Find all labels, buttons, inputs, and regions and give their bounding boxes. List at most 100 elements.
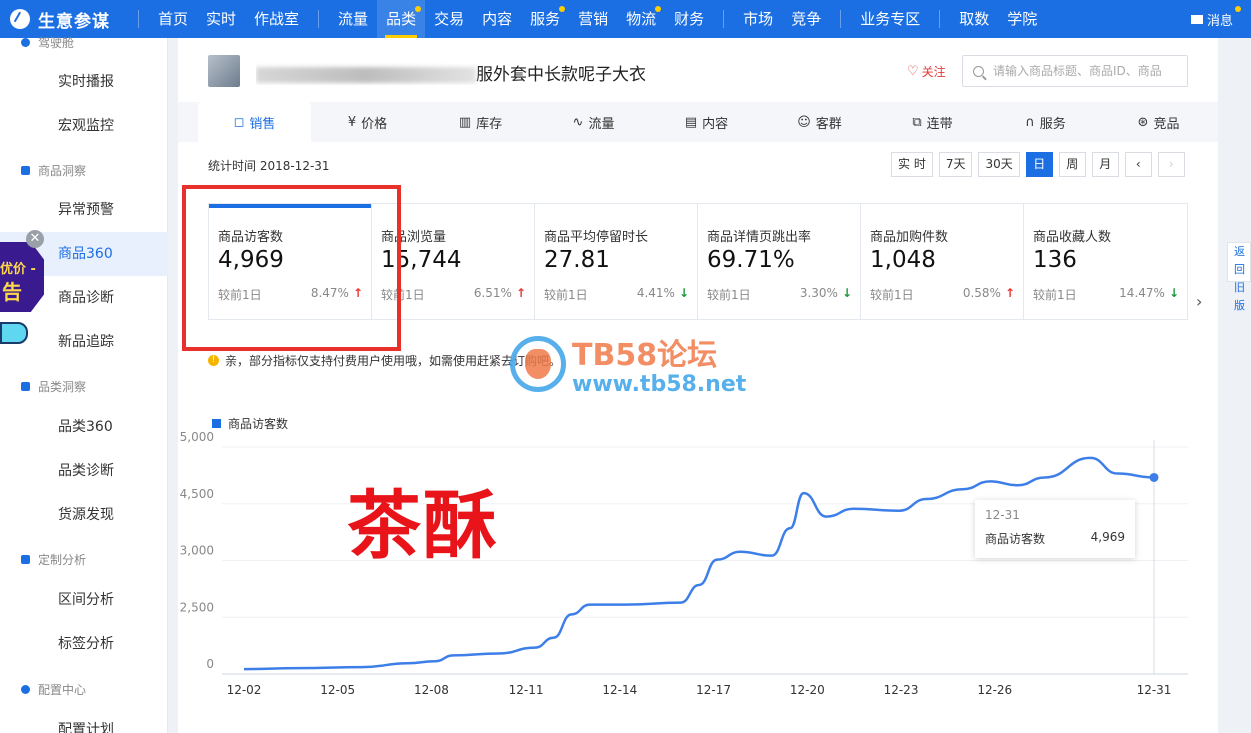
metric-compare: 较前1日 4.41% ↓ (544, 286, 689, 302)
arrow-down-icon: ↓ (841, 286, 852, 300)
date-btn-week[interactable]: 周 (1058, 152, 1086, 177)
sidebar-item-category-diagnosis[interactable]: 品类诊断 (0, 449, 168, 493)
metric-value: 27.81 (544, 247, 610, 273)
x-tick-label: 12-23 (884, 683, 919, 697)
ad-text-line2: 告 (2, 280, 22, 304)
tab-traffic[interactable]: ∿ 流量 (537, 102, 650, 142)
metric-value: 1,048 (870, 247, 936, 273)
nav-competition[interactable]: 竞争 (782, 0, 830, 38)
search-icon (973, 65, 984, 77)
metric-card[interactable]: 商品平均停留时长 27.81 较前1日 4.41% ↓ (535, 204, 698, 319)
arrow-up-icon: ↑ (1004, 286, 1015, 300)
metric-card[interactable]: 商品浏览量 15,744 较前1日 6.51% ↑ (372, 204, 535, 319)
metric-card[interactable]: 商品访客数 4,969 较前1日 8.47% ↑ (209, 204, 372, 319)
metric-compare: 较前1日 0.58% ↑ (870, 286, 1015, 302)
x-tick-label: 12-20 (790, 683, 825, 697)
nav-service[interactable]: 服务 (521, 0, 569, 38)
nav-realtime[interactable]: 实时 (197, 0, 245, 38)
nav-fetch-data[interactable]: 取数 (950, 0, 998, 38)
follow-button[interactable]: ♡ 关注 (907, 63, 946, 80)
product-search-input[interactable] (993, 64, 1173, 78)
metric-value: 4,969 (218, 247, 284, 273)
date-btn-30days[interactable]: 30天 (978, 152, 1020, 177)
sidebar-item-tag-analysis[interactable]: 标签分析 (0, 622, 168, 666)
metric-compare: 较前1日 6.51% ↑ (381, 286, 526, 302)
logo[interactable]: 生意参谋 (0, 7, 128, 32)
tab-price[interactable]: ¥ 价格 (311, 102, 424, 142)
tab-content[interactable]: ▤ 内容 (650, 102, 763, 142)
nav-academy[interactable]: 学院 (998, 0, 1046, 38)
x-tick-label: 12-26 (977, 683, 1012, 697)
sidebar-item-source-discovery[interactable]: 货源发现 (0, 493, 168, 537)
nav-content[interactable]: 内容 (473, 0, 521, 38)
y-tick-label: 5,000 (180, 430, 214, 444)
metric-title: 商品访客数 (218, 230, 284, 245)
product-search-box[interactable] (962, 55, 1188, 87)
nav-market[interactable]: 市场 (734, 0, 782, 38)
y-axis-ticks: 0 2,500 3,000 4,500 5,000 (180, 430, 214, 671)
ad-text-line1: 优价 - (0, 262, 36, 277)
prev-date-button[interactable]: ‹ (1124, 152, 1152, 177)
ad-pill[interactable] (0, 322, 28, 344)
sidebar-item-anomaly-alert[interactable]: 异常预警 (0, 188, 168, 232)
tab-linked[interactable]: ⧉ 连带 (876, 102, 989, 142)
metric-compare: 较前1日 14.47% ↓ (1033, 286, 1179, 302)
nav-home[interactable]: 首页 (149, 0, 197, 38)
floating-ad[interactable]: 优价 - 告 (0, 242, 46, 322)
tab-competitor[interactable]: ⊛ 竞品 (1102, 102, 1215, 142)
metric-cards: 商品访客数 4,969 较前1日 8.47% ↑ 商品浏览量 15,744 较前1日… (208, 203, 1188, 320)
nav-business-zone[interactable]: 业务专区 (851, 0, 929, 38)
chart-tooltip: 12-31 商品访客数 4,969 (975, 500, 1135, 558)
tab-inventory[interactable]: ▥ 库存 (424, 102, 537, 142)
arrow-down-icon: ↓ (1168, 286, 1179, 300)
grid-icon (21, 382, 30, 391)
nav-logistics[interactable]: 物流 (617, 0, 665, 38)
metric-card[interactable]: 商品收藏人数 136 较前1日 14.47% ↓ (1024, 204, 1187, 319)
visitors-line-chart[interactable]: 02,5003,0004,5005,000 12-02 12-05 12-08 12-… (178, 430, 1218, 700)
x-tick-label: 12-11 (509, 683, 544, 697)
notification-dot (1235, 5, 1241, 12)
arrow-up-icon: ↑ (515, 286, 526, 300)
messages-link[interactable]: 消息 (1190, 5, 1241, 29)
x-axis-ticks: 12-02 12-05 12-08 12-11 12-14 12-17 12-20 12-23… (227, 683, 1172, 697)
tab-customers[interactable]: ☺ 客群 (763, 102, 876, 142)
nav-traffic[interactable]: 流量 (329, 0, 377, 38)
nav-marketing[interactable]: 营销 (569, 0, 617, 38)
nav-trade[interactable]: 交易 (425, 0, 473, 38)
nav-war-room[interactable]: 作战室 (245, 0, 308, 38)
watermark-url: www.tb58.net (572, 372, 747, 397)
y-tick-label: 4,500 (180, 487, 214, 501)
close-ad-icon[interactable]: ✕ (26, 230, 44, 248)
date-btn-month[interactable]: 月 (1091, 152, 1119, 177)
notification-dot (415, 6, 422, 12)
return-old-version[interactable]: 返回 旧版 (1227, 242, 1251, 312)
sidebar-item-category-360[interactable]: 品类360 (0, 405, 168, 449)
date-btn-day[interactable]: 日 (1025, 152, 1053, 177)
x-tick-label: 12-14 (602, 683, 637, 697)
product-thumbnail[interactable] (208, 55, 240, 87)
nav-divider (318, 10, 320, 28)
metric-card[interactable]: 商品详情页跳出率 69.71% 较前1日 3.30% ↓ (698, 204, 861, 319)
nav-divider (138, 10, 139, 28)
date-btn-realtime[interactable]: 实 时 (891, 152, 933, 177)
sidebar-item-range-analysis[interactable]: 区间分析 (0, 578, 168, 622)
forum-watermark: TB58论坛 www.tb58.net (510, 330, 746, 397)
link-icon: ⧉ (912, 114, 922, 130)
cards-next-arrow-icon[interactable]: › (1196, 292, 1202, 311)
metric-title: 商品平均停留时长 (544, 230, 649, 245)
paid-feature-notice: ! 亲，部分指标仅支持付费用户使用哦，如需使用赶紧去订购吧。 (208, 352, 561, 369)
sidebar-item-realtime-report[interactable]: 实时播报 (0, 60, 168, 104)
tab-sales[interactable]: ◻ 销售 (198, 102, 311, 142)
product-tabs: ◻ 销售 ¥ 价格 ▥ 库存 ∿ 流量 ▤ 内容 ☺ 客群 ⧉ 连带 ∩ 服务 ⊛ 竞品 (178, 102, 1218, 142)
metric-card[interactable]: 商品加购件数 1,048 较前1日 0.58% ↑ (861, 204, 1024, 319)
next-date-button[interactable]: › (1157, 152, 1185, 177)
nav-finance[interactable]: 财务 (665, 0, 713, 38)
sidebar-item-macro-monitor[interactable]: 宏观监控 (0, 104, 168, 148)
tab-service[interactable]: ∩ 服务 (989, 102, 1102, 142)
sidebar-item-config-plan[interactable]: 配置计划 (0, 708, 168, 733)
date-btn-7days[interactable]: 7天 (938, 152, 973, 177)
nav-category[interactable]: 品类 (377, 0, 426, 38)
legend-swatch (212, 419, 221, 428)
compass-icon (10, 9, 30, 29)
overlay-annotation: 茶酥 (347, 483, 499, 569)
